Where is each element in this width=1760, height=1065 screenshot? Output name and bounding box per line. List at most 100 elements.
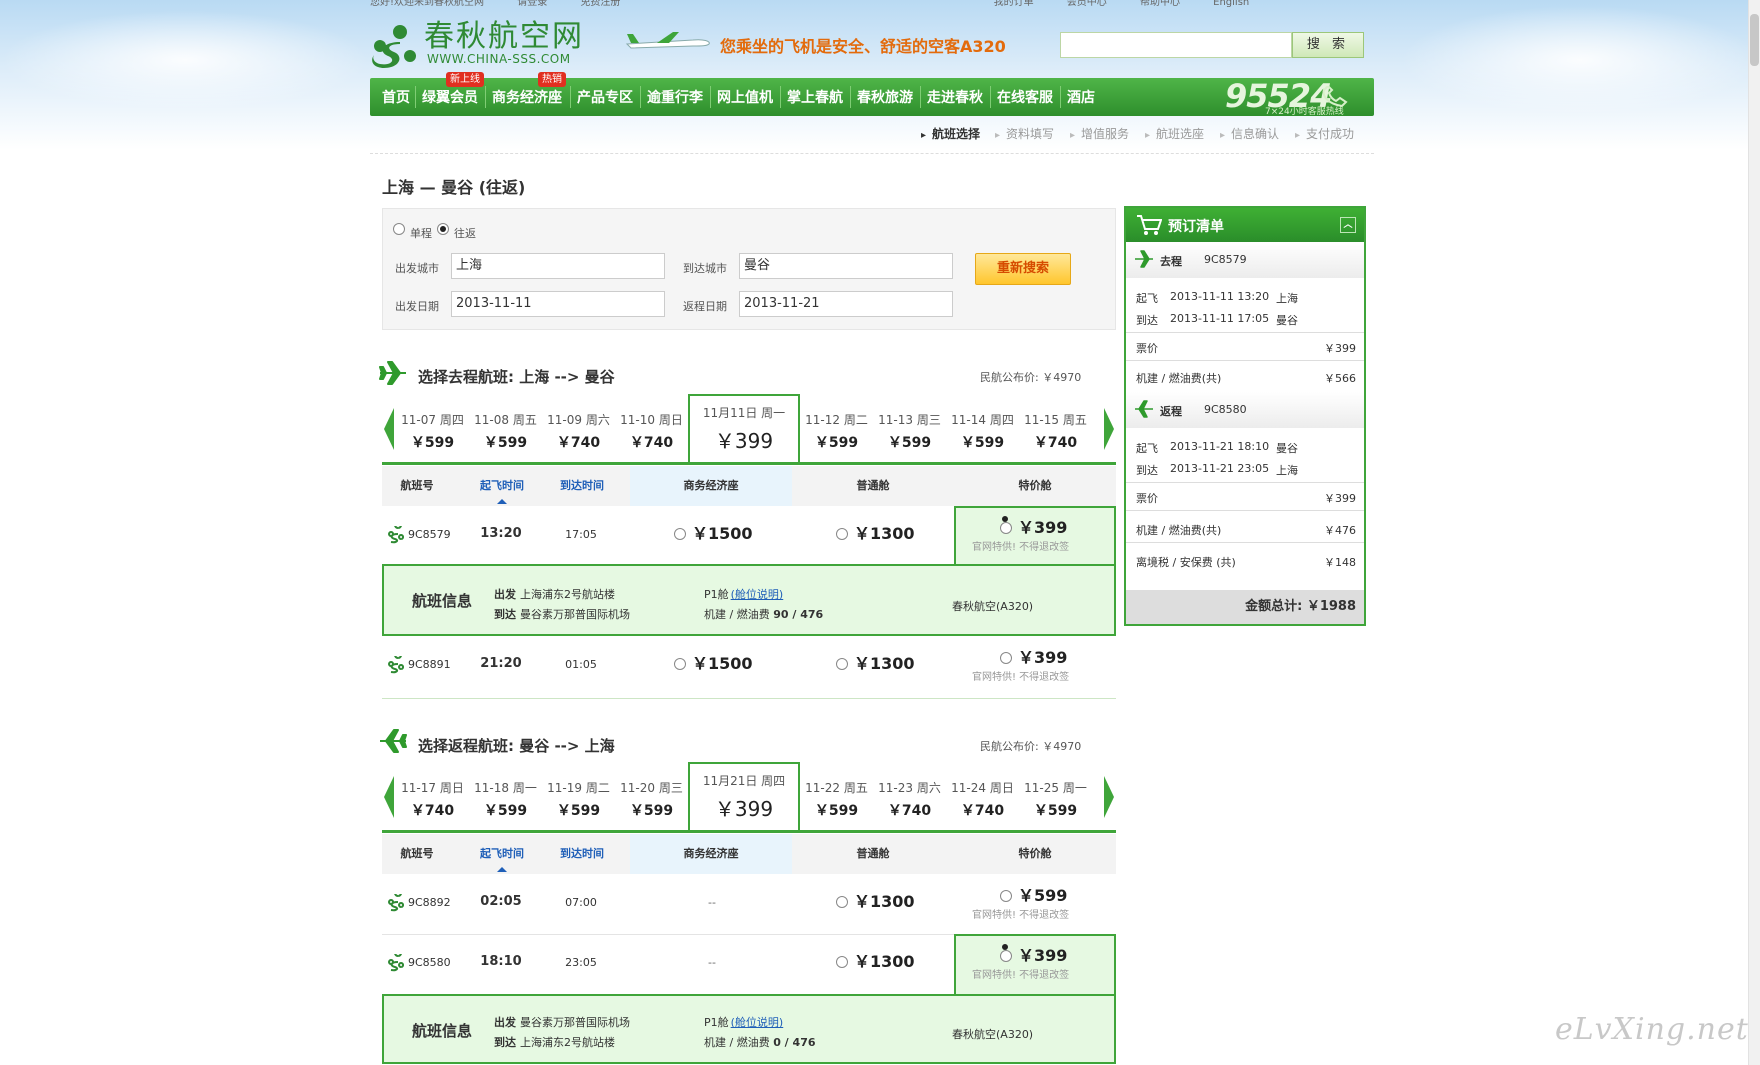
business-fare-unavailable: --	[708, 896, 716, 909]
special-fare-radio[interactable]	[1000, 522, 1012, 534]
login-link[interactable]: 请登录	[517, 0, 547, 8]
date-option[interactable]: 11-14 周四 ￥599	[946, 398, 1019, 458]
special-fare-radio[interactable]	[1000, 950, 1012, 962]
nav-excess-baggage[interactable]: 逾重行李	[647, 78, 703, 116]
date-option[interactable]: 11-22 周五 ￥599	[800, 766, 873, 826]
one-way-radio[interactable]	[393, 223, 405, 235]
depart-city-input[interactable]: 上海	[451, 253, 665, 279]
cabin-info-link[interactable]: (舱位说明)	[731, 588, 784, 601]
inbound-date-strip: 11-17 周日 ￥740 11-18 周一 ￥599 11-19 周二 ￥599 1…	[382, 762, 1116, 833]
search-form: 单程 往返 出发城市 上海 到达城市 曼谷 出发日期 2013-11-11 返程…	[382, 208, 1116, 330]
date-option[interactable]: 11-19 周二 ￥599	[542, 766, 615, 826]
cart-total-amount: ￥1988	[1306, 599, 1356, 614]
phone-icon	[1322, 86, 1348, 108]
arrive-city-input[interactable]: 曼谷	[739, 253, 953, 279]
economy-fare-option[interactable]: ￥1300	[836, 888, 915, 912]
special-fare-radio[interactable]	[1000, 890, 1012, 902]
return-date-input[interactable]: 2013-11-21	[739, 291, 953, 317]
register-link[interactable]: 免费注册	[580, 0, 620, 8]
date-option-selected[interactable]: 11月11日 周一 ￥399	[688, 394, 800, 462]
special-fare-option[interactable]: ￥399	[1000, 942, 1067, 966]
research-button[interactable]: 重新搜索	[975, 253, 1071, 285]
logo-url: WWW.CHINA-SSS.COM	[427, 52, 571, 66]
nav-products[interactable]: 产品专区	[577, 78, 633, 116]
nav-hotel[interactable]: 酒店	[1067, 78, 1095, 116]
return-plane-icon	[380, 729, 407, 753]
business-fare-radio[interactable]	[674, 658, 686, 670]
nav-about[interactable]: 走进春秋	[927, 78, 983, 116]
logo-name[interactable]: 春秋航空网	[424, 20, 584, 54]
economy-fare-option[interactable]: ￥1300	[836, 520, 915, 544]
logo-icon[interactable]	[370, 22, 418, 68]
date-option[interactable]: 11-13 周三 ￥599	[873, 398, 946, 458]
nav-online-service[interactable]: 在线客服	[997, 78, 1053, 116]
date-option[interactable]: 11-15 周五 ￥740	[1019, 398, 1092, 458]
col-business: 商务经济座	[630, 466, 792, 506]
flight-row: 9C8580 18:10 23:05 -- ￥1300 ￥399 官网特供! 不…	[382, 934, 1116, 994]
prev-dates-arrow-icon[interactable]	[382, 406, 396, 452]
vertical-scrollbar[interactable]	[1748, 0, 1760, 1065]
next-dates-arrow-icon[interactable]	[1102, 406, 1116, 452]
collapse-icon[interactable]: ︿	[1340, 217, 1356, 233]
col-business: 商务经济座	[630, 834, 792, 874]
booking-steps: 航班选择 资料填写 增值服务 航班选座 信息确认 支付成功	[370, 124, 1374, 154]
economy-fare-radio[interactable]	[836, 896, 848, 908]
return-date-label: 返程日期	[683, 300, 727, 313]
sort-arrow-icon	[497, 867, 507, 872]
special-fare-option[interactable]: ￥399	[1000, 514, 1067, 538]
date-option[interactable]: 11-12 周二 ￥599	[800, 398, 873, 458]
my-orders-link[interactable]: 我的订单	[994, 0, 1034, 8]
date-option[interactable]: 11-23 周六 ￥740	[873, 766, 946, 826]
economy-fare-radio[interactable]	[836, 528, 848, 540]
nav-travel[interactable]: 春秋旅游	[857, 78, 913, 116]
step-passenger-info: 资料填写	[995, 124, 1054, 154]
next-dates-arrow-icon[interactable]	[1102, 774, 1116, 820]
scrollbar-thumb[interactable]	[1750, 14, 1759, 66]
special-fare-radio[interactable]	[1000, 652, 1012, 664]
special-fare-option[interactable]: ￥599	[1000, 882, 1067, 906]
date-option[interactable]: 11-08 周五 ￥599	[469, 398, 542, 458]
round-trip-radio[interactable]	[437, 223, 449, 235]
date-option-selected[interactable]: 11月21日 周四 ￥399	[688, 762, 800, 830]
date-option[interactable]: 11-20 周三 ￥599	[615, 766, 688, 826]
economy-fare-radio[interactable]	[836, 956, 848, 968]
flight-info-title: 航班信息	[412, 1022, 473, 1040]
help-link[interactable]: 帮助中心	[1140, 0, 1180, 8]
english-link[interactable]: English	[1213, 0, 1249, 8]
member-center-link[interactable]: 会员中心	[1067, 0, 1107, 8]
col-arr-time[interactable]: 到达时间	[542, 466, 622, 506]
shopping-cart-icon	[1137, 215, 1162, 235]
date-option[interactable]: 11-18 周一 ￥599	[469, 766, 542, 826]
date-option[interactable]: 11-10 周日 ￥740	[615, 398, 688, 458]
nav-member[interactable]: 绿翼会员 新上线	[422, 72, 484, 116]
date-option[interactable]: 11-17 周日 ￥740	[396, 766, 469, 826]
nav-home[interactable]: 首页	[382, 78, 410, 116]
nav-business-seat[interactable]: 商务经济座 热销	[492, 72, 566, 116]
economy-fare-option[interactable]: ￥1300	[836, 948, 915, 972]
return-plane-icon	[1135, 400, 1153, 418]
business-fare-option[interactable]: ￥1500	[674, 520, 753, 544]
business-fare-option[interactable]: ￥1500	[674, 650, 753, 674]
flight-info-fee: 机建 / 燃油费 0 / 476	[704, 1036, 816, 1049]
nav-mobile[interactable]: 掌上春航	[787, 78, 843, 116]
date-option[interactable]: 11-24 周日 ￥740	[946, 766, 1019, 826]
nav-online-checkin[interactable]: 网上值机	[717, 78, 773, 116]
economy-fare-radio[interactable]	[836, 658, 848, 670]
round-trip-label: 往返	[454, 227, 476, 240]
inbound-table-header: 航班号 起飞时间 到达时间 HOT 商务经济座 普通舱 特价舱	[382, 834, 1116, 874]
step-extras: 增值服务	[1070, 124, 1129, 154]
special-fare-note: 官网特供! 不得退改签	[972, 542, 1070, 553]
business-fare-radio[interactable]	[674, 528, 686, 540]
cabin-info-link[interactable]: (舱位说明)	[731, 1016, 784, 1029]
search-input[interactable]	[1060, 32, 1292, 58]
depart-date-input[interactable]: 2013-11-11	[451, 291, 665, 317]
special-fare-option[interactable]: ￥399	[1000, 644, 1067, 668]
economy-fare-option[interactable]: ￥1300	[836, 650, 915, 674]
top-links-bar: 您好!欢迎来到春秋航空网 请登录 免费注册 我的订单 会员中心 帮助中心 Eng…	[370, 0, 1374, 12]
date-option[interactable]: 11-09 周六 ￥740	[542, 398, 615, 458]
prev-dates-arrow-icon[interactable]	[382, 774, 396, 820]
date-option[interactable]: 11-25 周一 ￥599	[1019, 766, 1092, 826]
col-arr-time[interactable]: 到达时间	[542, 834, 622, 874]
search-button[interactable]: 搜 索	[1292, 32, 1364, 58]
date-option[interactable]: 11-07 周四 ￥599	[396, 398, 469, 458]
